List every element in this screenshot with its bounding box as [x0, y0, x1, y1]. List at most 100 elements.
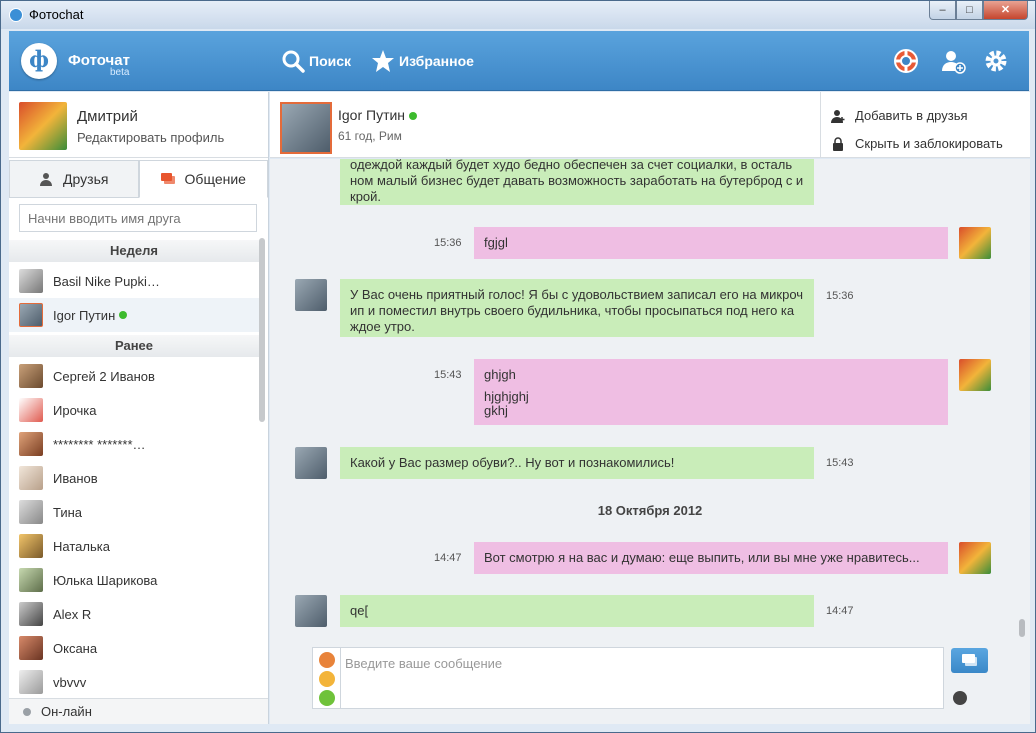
messages-scrollbar[interactable]	[1019, 619, 1025, 637]
friend-avatar	[19, 534, 43, 558]
add-user-icon[interactable]	[939, 47, 967, 75]
contact-avatar[interactable]	[280, 102, 332, 154]
friend-name: Юлька Шарикова	[53, 572, 158, 588]
my-avatar[interactable]	[19, 102, 67, 150]
gear-icon[interactable]	[982, 47, 1010, 75]
friend-item[interactable]: Basil Nike Pupki…	[9, 264, 259, 298]
message-time: 15:36	[434, 237, 462, 249]
friend-item[interactable]: Иванов	[9, 461, 259, 495]
window-titlebar[interactable]: Фотоchat – □ ✕	[1, 1, 1035, 29]
star-icon	[372, 50, 394, 72]
friends-scrollbar[interactable]	[259, 238, 265, 422]
lock-icon	[833, 136, 843, 151]
search-nav-button[interactable]: Поиск	[281, 49, 351, 73]
friend-avatar	[19, 364, 43, 388]
message-bubble-incoming: Какой у Вас размер обуви?.. Ну вот и поз…	[340, 447, 814, 479]
friend-avatar	[19, 602, 43, 626]
favorites-nav-label: Избранное	[399, 53, 474, 69]
message-time: 14:47	[826, 605, 854, 617]
window-title: Фотоchat	[29, 7, 84, 22]
edit-profile-link[interactable]: Редактировать профиль	[77, 130, 224, 145]
friend-avatar	[19, 500, 43, 524]
cool-emoji-icon[interactable]	[319, 652, 335, 668]
friend-avatar	[19, 303, 43, 327]
maximize-button[interactable]: □	[956, 1, 983, 20]
friend-item[interactable]: vbvvv	[9, 665, 259, 699]
friend-name: Alex R	[53, 606, 92, 622]
minimize-button[interactable]: –	[929, 1, 956, 20]
friend-name: Basil Nike Pupki…	[53, 273, 160, 289]
message-bubble-outgoing: fgjgl	[474, 227, 948, 259]
friend-item[interactable]: ******** *******…	[9, 427, 259, 461]
contact-info: 61 год, Рим	[338, 129, 402, 143]
tab-chat[interactable]: Общение	[138, 160, 268, 198]
friend-avatar	[19, 568, 43, 592]
friend-item[interactable]: Юлька Шарикова	[9, 563, 259, 597]
section-week: Неделя	[9, 240, 259, 262]
add-user-icon	[831, 109, 845, 123]
block-button[interactable]: Скрыть и заблокировать	[831, 136, 1003, 151]
message-line: gkhj	[484, 403, 508, 418]
friend-avatar	[19, 636, 43, 660]
status-dot-icon	[23, 707, 31, 716]
friend-name: Сергей 2 Иванов	[53, 368, 155, 384]
message-time: 15:36	[826, 290, 854, 302]
message-composer: Введите ваше сообщение	[270, 639, 1030, 724]
friend-name: vbvvv	[53, 674, 87, 690]
emoji-quick-picker	[312, 647, 340, 709]
contact-message-avatar	[295, 279, 327, 311]
my-profile[interactable]: Дмитрий Редактировать профиль	[9, 92, 268, 158]
online-status-label: Он-лайн	[41, 704, 92, 719]
online-status[interactable]: Он-лайн	[9, 698, 268, 724]
friend-item[interactable]: Наталька	[9, 529, 259, 563]
friend-avatar	[19, 670, 43, 694]
close-button[interactable]: ✕	[983, 1, 1028, 20]
laugh-emoji-icon[interactable]	[319, 671, 335, 687]
chat-bubble-icon	[160, 173, 175, 184]
lifebuoy-icon[interactable]	[892, 47, 920, 75]
friend-avatar	[19, 432, 43, 456]
message-bubble-incoming: У Вас очень приятный голос! Я бы с удово…	[340, 279, 814, 337]
app-icon	[9, 8, 23, 22]
search-nav-label: Поиск	[309, 53, 352, 69]
left-panel: Дмитрий Редактировать профиль Друзья Общ…	[9, 92, 269, 724]
contact-actions: Добавить в друзья Скрыть и заблокировать	[820, 92, 1030, 158]
app-window: Фотоchat – □ ✕ ф Фоточат beta Поиск Избр…	[0, 0, 1036, 733]
contact-message-avatar	[295, 595, 327, 627]
friend-item[interactable]: Alex R	[9, 597, 259, 631]
message-line: hjghjghj	[484, 389, 529, 404]
app-logo-icon: ф	[21, 43, 57, 79]
friend-item[interactable]: Тина	[9, 495, 259, 529]
message-input[interactable]: Введите ваше сообщение	[340, 647, 944, 709]
friend-name: ******** *******…	[53, 436, 146, 452]
friend-item[interactable]: Ирочка	[9, 393, 259, 427]
add-friend-button[interactable]: Добавить в друзья	[831, 108, 968, 123]
send-chat-icon	[962, 654, 977, 666]
message-time: 15:43	[434, 369, 462, 381]
friend-item[interactable]: Оксана	[9, 631, 259, 665]
friend-name: Наталька	[53, 538, 110, 554]
tab-friends[interactable]: Друзья	[9, 160, 139, 198]
friend-name: Тина	[53, 504, 83, 520]
send-button[interactable]	[951, 648, 988, 673]
friend-item[interactable]: Сергей 2 Иванов	[9, 359, 259, 393]
friend-name: Оксана	[53, 640, 98, 656]
friend-search-input[interactable]	[19, 204, 257, 232]
message-bubble-outgoing: ghjgh hjghjghj gkhj	[474, 359, 948, 425]
sick-emoji-icon[interactable]	[319, 690, 335, 706]
contact-message-avatar	[295, 447, 327, 479]
friend-name: Ирочка	[53, 402, 97, 418]
online-indicator	[119, 311, 128, 319]
friend-avatar	[19, 269, 43, 293]
contact-name: Igor Путин	[338, 107, 418, 123]
message-time: 14:47	[434, 552, 462, 564]
favorites-nav-button[interactable]: Избранное	[371, 49, 474, 73]
message-bubble-outgoing: Вот смотрю я на вас и думаю: еще выпить,…	[474, 542, 948, 574]
message-bubble-incoming: одеждой каждый будет худо бедно обеспече…	[340, 159, 814, 205]
my-message-avatar	[959, 359, 991, 391]
smiley-picker-icon[interactable]	[953, 691, 967, 705]
friend-avatar	[19, 398, 43, 422]
friend-avatar	[19, 466, 43, 490]
friend-item-selected[interactable]: Igor Путин	[9, 298, 259, 332]
message-list[interactable]: одеждой каждый будет худо бедно обеспече…	[270, 159, 1030, 639]
